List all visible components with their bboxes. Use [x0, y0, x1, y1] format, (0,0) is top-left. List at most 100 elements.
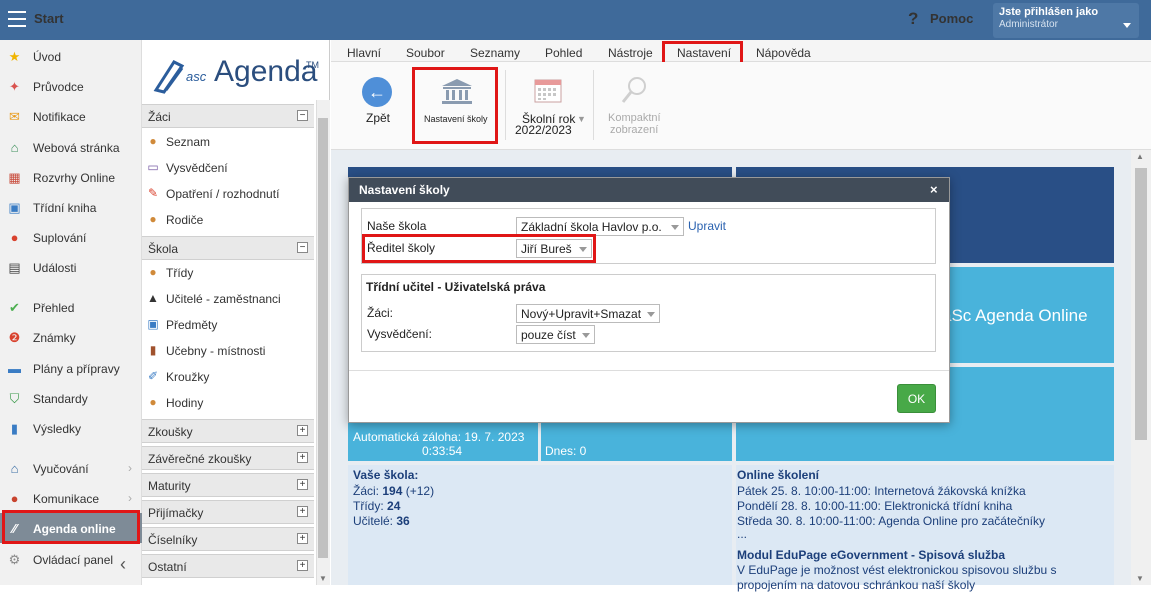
expand-icon[interactable]: + [297, 560, 308, 571]
back-button[interactable]: Zpět [366, 111, 390, 125]
ribbon-separator [505, 70, 506, 140]
report-rights-label: Vysvědčení: [367, 327, 432, 341]
module-text: V EduPage je možnost vést elektronickou … [737, 563, 1057, 577]
school-summary-title: Vaše škola: [353, 468, 419, 482]
today-count: Dnes: 0 [545, 444, 587, 458]
expand-icon[interactable]: + [297, 425, 308, 436]
help-link[interactable]: Pomoc [930, 11, 973, 26]
nav-item-notifikace[interactable]: ✉ Notifikace [0, 102, 142, 130]
news-item[interactable]: Pondělí 28. 8. 10:00-11:00: Elektronická… [737, 499, 1012, 513]
nav-item-rozvrhy[interactable]: ▦ Rozvrhy Online [0, 163, 142, 191]
tree-section-zaci[interactable]: Žáci − [142, 104, 314, 128]
news-title[interactable]: Online školení [737, 468, 819, 482]
classroom-icon: ⌂ [10, 461, 19, 476]
person-icon: ● [10, 230, 19, 245]
close-icon[interactable]: × [930, 182, 938, 197]
highlight-box-agenda-online [2, 510, 140, 544]
tree-section-zkousky[interactable]: Zkoušky + [142, 419, 314, 443]
scroll-down-arrow-icon[interactable]: ▼ [1136, 574, 1144, 583]
expand-icon[interactable]: + [297, 533, 308, 544]
home-icon: ⌂ [10, 140, 19, 155]
students-rights-select[interactable]: Nový+Upravit+Smazat [516, 304, 660, 323]
menu-nastroje[interactable]: Nástroje [608, 46, 653, 60]
chevron-down-icon [647, 312, 655, 317]
nav-item-plany[interactable]: ▬ Plány a přípravy [0, 354, 142, 382]
user-dropdown[interactable]: Jste přihlášen jako Administrátor [993, 3, 1139, 38]
nav-item-webova-stranka[interactable]: ⌂ Webová stránka [0, 133, 142, 161]
tree-section-zaverecne-zkousky[interactable]: Závěrečné zkoušky + [142, 446, 314, 470]
bar-chart-icon: ▮ [10, 421, 19, 436]
expand-icon[interactable]: + [297, 506, 308, 517]
nav-item-vysledky[interactable]: ▮ Výsledky [0, 414, 142, 442]
left-navigation: ★ Úvod ✦ Průvodce ✉ Notifikace ⌂ Webová strá… [0, 40, 142, 585]
calendar-icon[interactable] [534, 77, 562, 103]
classes-count: Třídy: 24 [353, 499, 401, 513]
grade-icon: ❷ [8, 330, 21, 345]
menu-napoveda[interactable]: Nápověda [756, 46, 811, 60]
nav-item-suplovani[interactable]: ● Suplování [0, 223, 142, 251]
hamburger-menu-icon[interactable] [8, 11, 26, 27]
help-icon[interactable]: ? [908, 9, 918, 29]
chevron-down-icon [582, 333, 590, 338]
nav-item-tridni-kniha[interactable]: ▣ Třídní kniha [0, 193, 142, 221]
expand-icon[interactable]: + [297, 452, 308, 463]
tree-section-maturity[interactable]: Maturity + [142, 473, 314, 497]
chevron-right-icon: › [128, 491, 132, 505]
magnifier-icon [620, 76, 648, 106]
students-rights-label: Žáci: [367, 306, 394, 320]
report-rights-select[interactable]: pouze číst [516, 325, 595, 344]
dialog-separator [349, 370, 949, 371]
menu-pohled[interactable]: Pohled [545, 46, 582, 60]
nav-item-udalosti[interactable]: ▤ Události [0, 253, 142, 281]
book-icon: ▣ [8, 200, 21, 215]
logo-asc-text: asc [186, 69, 207, 84]
tree-section-ostatni[interactable]: Ostatní + [142, 554, 314, 578]
start-label[interactable]: Start [34, 11, 64, 26]
menu-seznamy[interactable]: Seznamy [470, 46, 520, 60]
edit-school-link[interactable]: Upravit [688, 219, 726, 233]
content-scrollbar-thumb[interactable] [1135, 168, 1147, 440]
news-item[interactable]: Pátek 25. 8. 10:00-11:00: Internetová žá… [737, 484, 1026, 498]
menu-hlavni[interactable]: Hlavní [347, 46, 381, 60]
nav-item-vyucovani[interactable]: ⌂ Vyučování › [0, 454, 142, 482]
certificate-icon: ▭ [147, 160, 159, 174]
tree-scrollbar-thumb[interactable] [318, 118, 328, 558]
highlight-box-school-settings [412, 67, 498, 144]
scroll-down-arrow-icon[interactable]: ▼ [319, 574, 327, 583]
chat-icon: ● [10, 491, 19, 506]
scroll-up-arrow-icon[interactable]: ▲ [1136, 152, 1144, 161]
user-name: Administrátor [999, 19, 1058, 30]
nav-item-pruvodce[interactable]: ✦ Průvodce [0, 72, 142, 100]
tree-section-prijimacky[interactable]: Přijímačky + [142, 500, 314, 524]
nav-item-uvod[interactable]: ★ Úvod [0, 42, 142, 70]
gear-icon: ⚙ [8, 552, 21, 567]
module-title[interactable]: Modul EduPage eGovernment - Spisová služ… [737, 548, 1005, 562]
collapse-icon[interactable]: − [297, 110, 308, 121]
back-arrow-icon[interactable]: ← [362, 77, 392, 107]
subject-icon: ▣ [147, 317, 159, 331]
nav-item-komunikace[interactable]: ● Komunikace › [0, 484, 142, 512]
news-more: ... [737, 527, 748, 541]
menu-soubor[interactable]: Soubor [406, 46, 445, 60]
expand-icon[interactable]: + [297, 479, 308, 490]
class-icon: ● [149, 265, 157, 279]
briefcase-icon: ▬ [8, 361, 21, 376]
star-icon: ★ [8, 49, 21, 64]
tree-section-ciselniky[interactable]: Číselníky + [142, 527, 314, 551]
news-item[interactable]: Středa 30. 8. 10:00-11:00: Agenda Online… [737, 514, 1045, 528]
chevron-down-icon[interactable]: ▼ [577, 114, 586, 124]
logo-tm: TM [306, 60, 319, 70]
tree-section-skola[interactable]: Škola − [142, 236, 314, 260]
person-icon: ● [149, 134, 157, 148]
school-year-value[interactable]: 2022/2023 [515, 123, 572, 137]
ok-button[interactable]: OK [897, 384, 936, 413]
chevron-down-icon [671, 225, 679, 230]
check-icon: ✔ [9, 300, 20, 315]
envelope-icon: ✉ [9, 109, 20, 124]
lessons-icon: ● [149, 395, 157, 409]
nav-item-prehled[interactable]: ✔ Přehled [0, 293, 142, 321]
collapse-sidebar-icon[interactable]: ‹ [120, 554, 126, 575]
collapse-icon[interactable]: − [297, 242, 308, 253]
nav-item-znamky[interactable]: ❷ Známky [0, 323, 142, 351]
nav-item-standardy[interactable]: ⛉ Standardy [0, 384, 142, 412]
